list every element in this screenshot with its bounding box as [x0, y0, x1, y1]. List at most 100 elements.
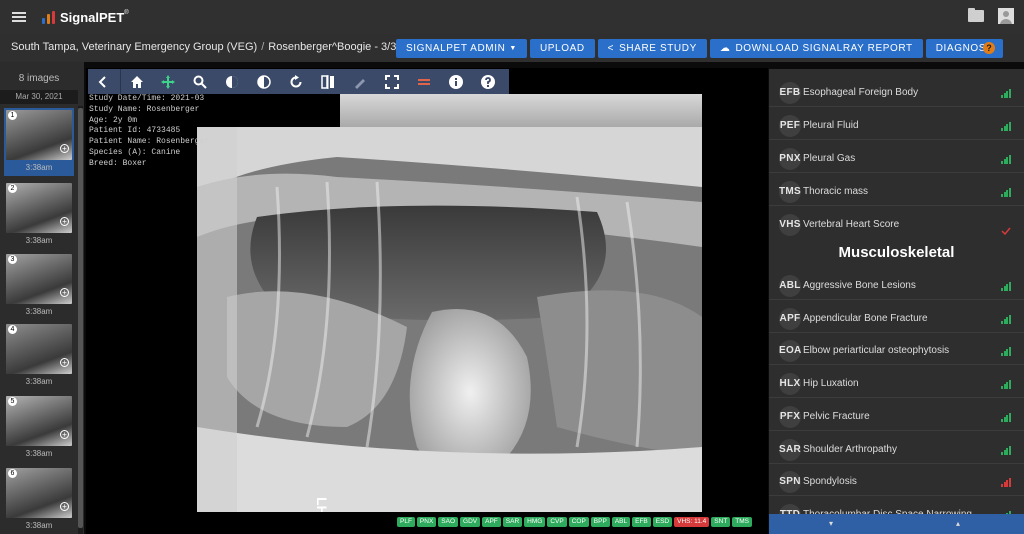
finding-badge[interactable]: SNT [711, 517, 731, 527]
signal-strength-icon [1001, 347, 1011, 357]
finding-badge[interactable]: VHS: 11.4 [674, 517, 710, 527]
signalpet-admin-button[interactable]: SIGNALPET ADMIN ▼ [396, 39, 527, 58]
dicom-line: Species (A): Canine [89, 147, 181, 157]
thumbnail-scrollbar-thumb[interactable] [78, 108, 83, 528]
signal-strength-icon [1001, 188, 1011, 197]
pan-tool[interactable] [152, 69, 184, 94]
finding-name: Pelvic Fracture [803, 410, 870, 422]
thumbnail-number: 5 [8, 397, 17, 406]
pan-icon [161, 74, 175, 89]
finding-row-eoa[interactable]: EOA Elbow periarticular osteophytosis [769, 333, 1024, 366]
check-icon [1001, 222, 1011, 236]
contrast-tool[interactable] [248, 69, 280, 94]
finding-row-pef[interactable]: PEF Pleural Fluid [769, 108, 1024, 140]
home-tool[interactable] [120, 69, 152, 94]
finding-badge[interactable]: CVP [547, 517, 567, 527]
info-tool[interactable] [440, 69, 472, 94]
zoom-icon [193, 75, 207, 89]
finding-row-hlx[interactable]: HLX Hip Luxation [769, 366, 1024, 399]
finding-code: PNX [779, 148, 801, 170]
finding-row-apf[interactable]: APF Appendicular Bone Fracture [769, 301, 1024, 333]
thumbnail-time: 3:38am [25, 236, 53, 245]
finding-badge[interactable]: ESD [652, 517, 673, 527]
finding-badge[interactable]: SAO [438, 517, 459, 527]
add-image-icon[interactable]: + [60, 144, 69, 153]
finding-row-ttd[interactable]: TTDThoracolumbar Disc Space Narrowing [769, 497, 1024, 514]
back-icon [98, 75, 106, 88]
flip-tool[interactable] [312, 69, 344, 94]
zoom-tool[interactable] [184, 69, 216, 94]
finding-code: PFX [779, 405, 801, 428]
download-report-button[interactable]: ☁ DOWNLOAD SIGNALRAY REPORT [709, 39, 923, 58]
breadcrumb-clinic[interactable]: South Tampa, Veterinary Emergency Group … [11, 41, 257, 53]
folder-icon[interactable] [968, 8, 984, 22]
finding-badge[interactable]: ABL [611, 517, 631, 527]
finding-code: TMS [779, 181, 801, 203]
finding-row-efb[interactable]: EFB Esophageal Foreign Body [769, 75, 1024, 107]
thumbnail-2[interactable]: 2 +3:38am [4, 181, 74, 249]
app-logo[interactable]: SignalPET® [42, 10, 129, 25]
annotate-tool[interactable] [344, 69, 376, 94]
thumbnail-4[interactable]: 4 +3:38am [4, 322, 74, 390]
scroll-down-icon[interactable]: ▾ [829, 519, 833, 528]
add-image-icon[interactable]: + [60, 217, 69, 226]
finding-name: Spondylosis [803, 476, 857, 488]
finding-code: APF [779, 307, 801, 330]
finding-badge[interactable]: PLF [397, 517, 415, 527]
share-study-button[interactable]: < SHARE STUDY [597, 39, 707, 58]
add-image-icon[interactable]: + [60, 430, 69, 439]
finding-row-sar[interactable]: SAR Shoulder Arthropathy [769, 432, 1024, 464]
action-buttons: SIGNALPET ADMIN ▼ UPLOAD < SHARE STUDY ☁ DOWNL… [396, 39, 1004, 58]
finding-badge[interactable]: GDV [460, 517, 481, 527]
finding-row-pfx[interactable]: PFX Pelvic Fracture [769, 399, 1024, 431]
scroll-up-icon[interactable]: ▴ [956, 519, 960, 528]
finding-badge[interactable]: BPP [590, 517, 610, 527]
rotate-tool[interactable] [280, 69, 312, 94]
user-avatar[interactable] [998, 8, 1014, 24]
fit-screen-tool[interactable] [376, 69, 408, 94]
finding-code: SAR [779, 438, 801, 461]
signal-strength-icon [1001, 445, 1011, 455]
thumbnail-scrollbar[interactable] [78, 106, 83, 534]
thumbnail-3[interactable]: 3 +3:38am [4, 252, 74, 320]
finding-badge[interactable]: EFB [632, 517, 651, 527]
back-tool[interactable] [88, 69, 120, 94]
thumbnail-5[interactable]: 5 +3:38am [4, 394, 74, 462]
xray-image[interactable]: LHT [197, 127, 702, 512]
add-image-icon[interactable]: + [60, 288, 69, 297]
thumbnail-6[interactable]: 6 +3:38am [4, 466, 74, 534]
finding-badge[interactable]: TMS [732, 517, 753, 527]
add-image-icon[interactable]: + [60, 502, 69, 511]
thumbnail-number: 3 [8, 255, 17, 264]
finding-name: Aggressive Bone Lesions [803, 280, 916, 291]
app-name: SignalPET® [60, 9, 129, 25]
measure-tool[interactable] [408, 69, 440, 94]
dicom-line: Patient Id: 4733485 [89, 126, 181, 136]
finding-row-spn[interactable]: SPN Spondylosis [769, 464, 1024, 497]
finding-badge[interactable]: HMG [524, 517, 546, 527]
hamburger-menu-icon[interactable] [12, 12, 26, 22]
finding-name: Esophageal Foreign Body [803, 87, 919, 98]
upload-button[interactable]: UPLOAD [529, 39, 595, 58]
signal-strength-icon [1001, 314, 1011, 324]
home-icon [130, 75, 143, 88]
help-tool[interactable] [472, 69, 504, 94]
app-root: SignalPET® South Tampa, Veterinary Emerg… [0, 0, 1024, 534]
finding-badge[interactable]: COP [568, 517, 589, 527]
finding-badge[interactable]: PNX [416, 517, 437, 527]
finding-row-abl[interactable]: ABL Aggressive Bone Lesions [769, 268, 1024, 300]
help-icon[interactable]: ? [983, 42, 995, 54]
annotate-icon [355, 78, 365, 89]
signalpet-logo-icon [42, 10, 56, 24]
finding-row-vhs[interactable]: VHS Vertebral Heart Score [769, 207, 1024, 239]
finding-badge[interactable]: SAR [502, 517, 523, 527]
finding-row-tms[interactable]: TMS Thoracic mass [769, 174, 1024, 206]
viewer-toolbar [88, 69, 509, 94]
brightness-tool[interactable] [216, 69, 248, 94]
finding-row-pnx[interactable]: PNX Pleural Gas [769, 141, 1024, 173]
finding-badge[interactable]: APF [482, 517, 501, 527]
add-image-icon[interactable]: + [60, 358, 69, 367]
contrast-icon [257, 74, 271, 89]
thumbnail-panel: 8 images Mar 30, 2021 1 +3:38am 2 +3:38am 3 +… [0, 62, 84, 534]
thumbnail-1[interactable]: 1 +3:38am [4, 108, 74, 176]
